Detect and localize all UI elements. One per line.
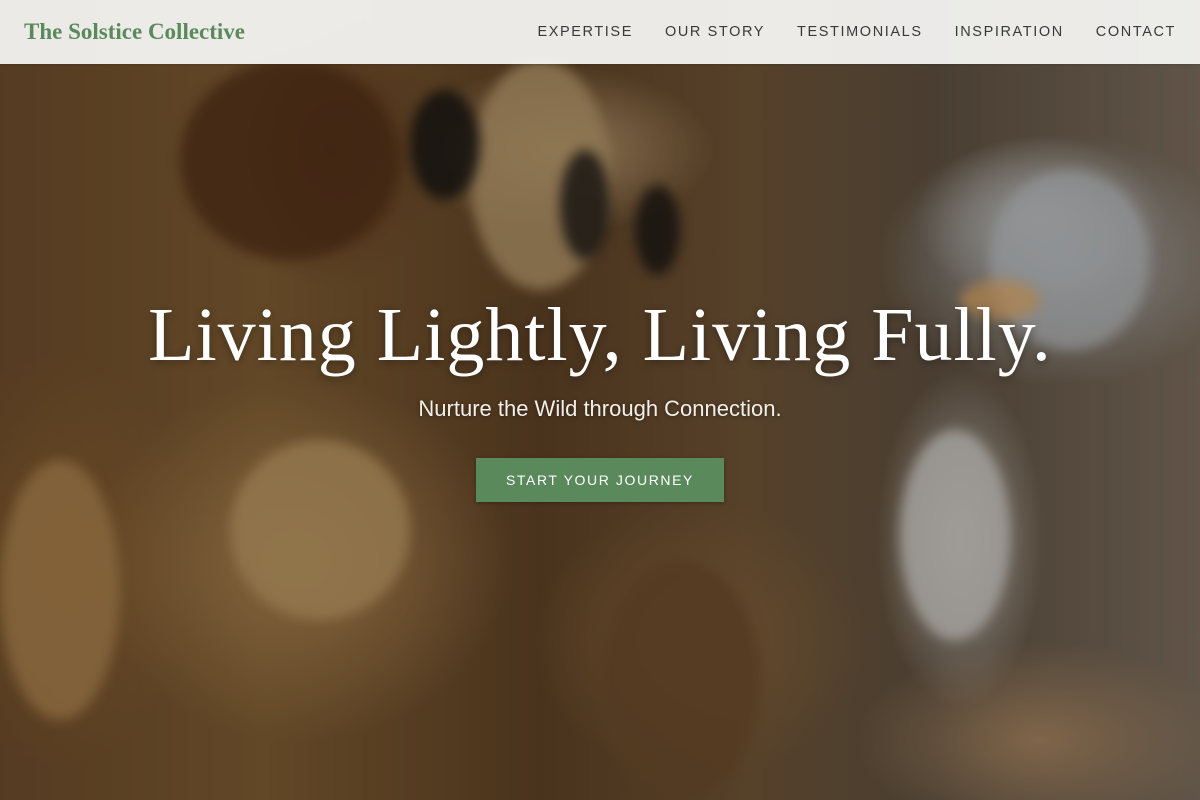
brand-logo-link[interactable]: The Solstice Collective: [24, 0, 245, 64]
nav-link-expertise[interactable]: EXPERTISE: [537, 24, 633, 40]
nav-link-testimonials[interactable]: TESTIMONIALS: [797, 24, 923, 40]
hero-headline: Living Lightly, Living Fully.: [148, 293, 1052, 377]
main-nav: EXPERTISE OUR STORY TESTIMONIALS INSPIRA…: [537, 0, 1176, 64]
hero-section: Living Lightly, Living Fully. Nurture th…: [0, 0, 1200, 800]
nav-link-inspiration[interactable]: INSPIRATION: [955, 24, 1064, 40]
top-navigation-bar: The Solstice Collective EXPERTISE OUR ST…: [0, 0, 1200, 64]
start-journey-button[interactable]: START YOUR JOURNEY: [476, 458, 724, 502]
hero-subheadline: Nurture the Wild through Connection.: [418, 396, 782, 421]
nav-link-contact[interactable]: CONTACT: [1096, 24, 1176, 40]
nav-link-our-story[interactable]: OUR STORY: [665, 24, 765, 40]
